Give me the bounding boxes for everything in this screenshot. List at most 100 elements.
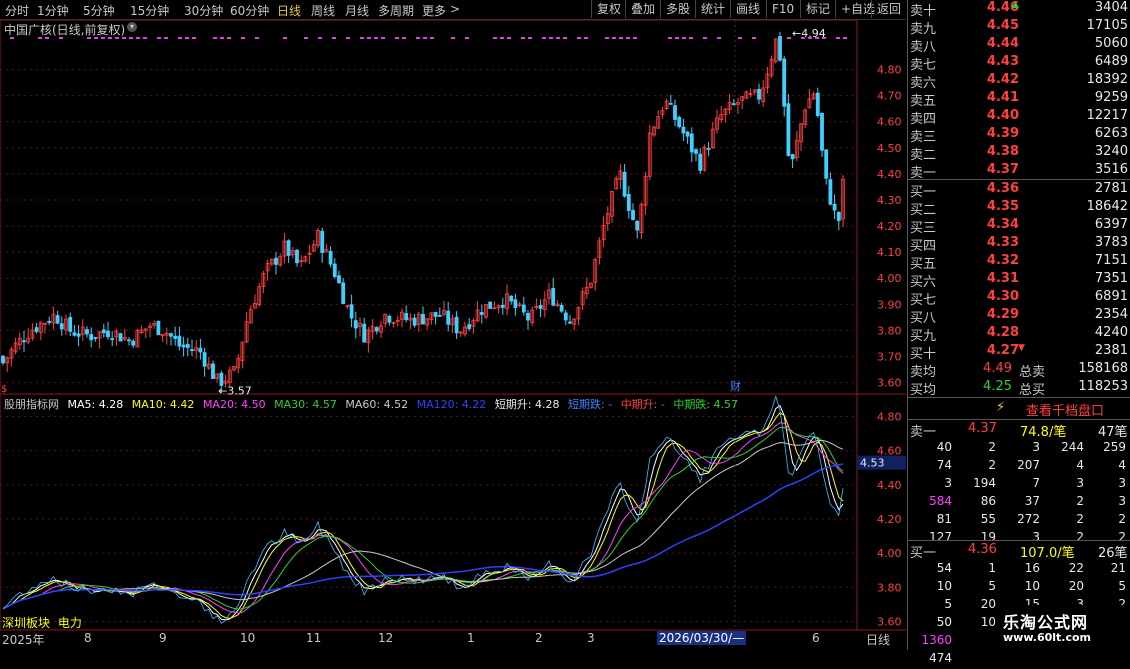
candle-body xyxy=(513,299,518,309)
ask-row[interactable]: 卖五 4.41 9259 xyxy=(908,90,1130,109)
sell1-summary: 卖一 4.37 74.8/笔 47笔 xyxy=(910,421,1128,440)
kline-chart[interactable]: 4.80 4.70 4.60 4.50 4.40 4.30 4.20 4.10 4.00 3.90… xyxy=(0,0,906,650)
ask-row[interactable]: 卖十 4.46 3404 ▲ xyxy=(908,0,1130,19)
candle-body xyxy=(328,251,333,265)
ask-volume: 3240 xyxy=(1094,144,1128,159)
signal-dot xyxy=(633,37,637,39)
bid-row[interactable]: 买十 4.27 2381 ▼ xyxy=(908,343,1130,362)
bid-price: 4.30 xyxy=(986,289,1019,304)
queue-cell: 37 xyxy=(1024,494,1040,508)
ask-row[interactable]: 卖七 4.43 6489 xyxy=(908,54,1130,73)
x-label-jan: 1 xyxy=(467,631,475,645)
signal-dot xyxy=(619,37,623,39)
ask-volume: 6489 xyxy=(1094,54,1128,69)
candle-body xyxy=(341,282,346,305)
ask-average-row: 卖均 4.49 总卖 158168 xyxy=(910,361,1128,380)
candle-body xyxy=(635,220,640,231)
candle-body xyxy=(185,344,190,348)
signal-dot xyxy=(528,37,532,39)
ask-row[interactable]: 卖六 4.42 18392 xyxy=(908,72,1130,91)
ask-volume: 3516 xyxy=(1094,162,1128,177)
signal-dot xyxy=(346,37,350,39)
candle-body xyxy=(521,304,526,313)
signal-dot xyxy=(192,37,196,39)
ma120-line xyxy=(2,463,844,610)
x-label-feb: 2 xyxy=(535,631,543,645)
legend-mid-up: 中期升: - xyxy=(620,398,665,411)
indicator-y-tick: 4.20 xyxy=(877,513,902,526)
candle-body xyxy=(156,320,161,336)
candle-body xyxy=(626,194,631,211)
queue-row: 81 55 272 2 2 xyxy=(908,512,1130,530)
signal-dot xyxy=(381,37,385,39)
queue-cell: 3 xyxy=(1118,476,1126,490)
candle-body xyxy=(127,339,131,342)
signal-dot xyxy=(367,37,371,39)
candle-body xyxy=(568,321,572,324)
candle-body xyxy=(731,103,736,106)
signal-dot xyxy=(556,37,560,39)
candle-body xyxy=(698,153,703,171)
candle-body xyxy=(68,316,73,332)
bid-row[interactable]: 买一 4.36 2781 xyxy=(908,181,1130,200)
view-thousand-levels-button[interactable]: ⚡ 查看千档盘口 xyxy=(908,399,1130,419)
indicator-y-tick: 3.80 xyxy=(877,581,902,594)
bid-row[interactable]: 买九 4.28 4240 xyxy=(908,325,1130,344)
bid-row[interactable]: 买五 4.32 7151 xyxy=(908,253,1130,272)
signal-dot xyxy=(143,37,147,39)
bid-price: 4.27 xyxy=(986,343,1019,358)
candle-body xyxy=(815,92,820,117)
chart-settings-icon[interactable]: ▾ xyxy=(127,22,137,32)
x-label-jun: 6 xyxy=(812,631,820,645)
price-y-tick: 3.90 xyxy=(877,298,902,311)
bid-row[interactable]: 买二 4.35 18642 xyxy=(908,199,1130,218)
candle-body xyxy=(782,58,787,107)
queue-cell: 3 xyxy=(1032,440,1040,454)
bid-row[interactable]: 买三 4.34 6397 xyxy=(908,217,1130,236)
ask-row[interactable]: 卖一 4.37 3516 xyxy=(908,162,1130,181)
candle-body xyxy=(173,335,178,339)
candle-body xyxy=(353,320,358,329)
signal-dot xyxy=(164,37,168,39)
ask-label: 卖九 xyxy=(910,22,937,37)
queue-cell: 584 xyxy=(929,494,952,508)
ask-row[interactable]: 卖四 4.40 12217 xyxy=(908,108,1130,127)
ask-volume: 3404 xyxy=(1094,0,1128,15)
queue-row: 474 xyxy=(908,651,1130,669)
signal-dot xyxy=(815,37,819,39)
bid-row[interactable]: 买四 4.33 3783 xyxy=(908,235,1130,254)
candle-body xyxy=(509,295,514,302)
signal-dot xyxy=(682,37,686,39)
legend-ma10: MA10: 4.42 xyxy=(131,398,195,411)
price-y-tick: 4.00 xyxy=(877,272,902,285)
candle-body xyxy=(689,133,694,153)
ask-label: 卖四 xyxy=(910,112,937,127)
queue-cell: 1 xyxy=(988,561,996,575)
sector-label[interactable]: 深圳板块 电力 xyxy=(2,614,82,631)
ma10-line xyxy=(2,412,844,619)
price-y-tick: 4.50 xyxy=(877,142,902,155)
candle-body xyxy=(110,338,115,340)
queue-cell: 20 xyxy=(980,597,996,611)
bid-row[interactable]: 买六 4.31 7351 xyxy=(908,271,1130,290)
bid-row[interactable]: 买八 4.29 2354 xyxy=(908,307,1130,326)
signal-dot xyxy=(220,37,224,39)
ask-row[interactable]: 卖八 4.44 5060 xyxy=(908,36,1130,55)
candle-body xyxy=(55,315,60,324)
ask-row[interactable]: 卖二 4.38 3240 xyxy=(908,144,1130,163)
bid-volume: 18642 xyxy=(1086,199,1128,214)
indicator-name[interactable]: 股朋指标网 xyxy=(4,398,59,411)
ask-price: 4.38 xyxy=(986,144,1019,159)
candle-body xyxy=(677,116,682,128)
queue-cell: 2 xyxy=(1076,494,1084,508)
queue-row: 40 2 3 244 259 xyxy=(908,440,1130,458)
ask-row[interactable]: 卖三 4.39 6263 xyxy=(908,126,1130,145)
candle-body xyxy=(454,316,459,334)
period-label: 日线 xyxy=(866,633,891,647)
queue-cell: 2 xyxy=(988,440,996,454)
candle-body xyxy=(786,103,791,156)
bid-row[interactable]: 买七 4.30 6891 xyxy=(908,289,1130,308)
queue-row: 74 2 207 4 4 xyxy=(908,458,1130,476)
ask-row[interactable]: 卖九 4.45 17105 xyxy=(908,18,1130,37)
candle-body xyxy=(362,323,367,343)
